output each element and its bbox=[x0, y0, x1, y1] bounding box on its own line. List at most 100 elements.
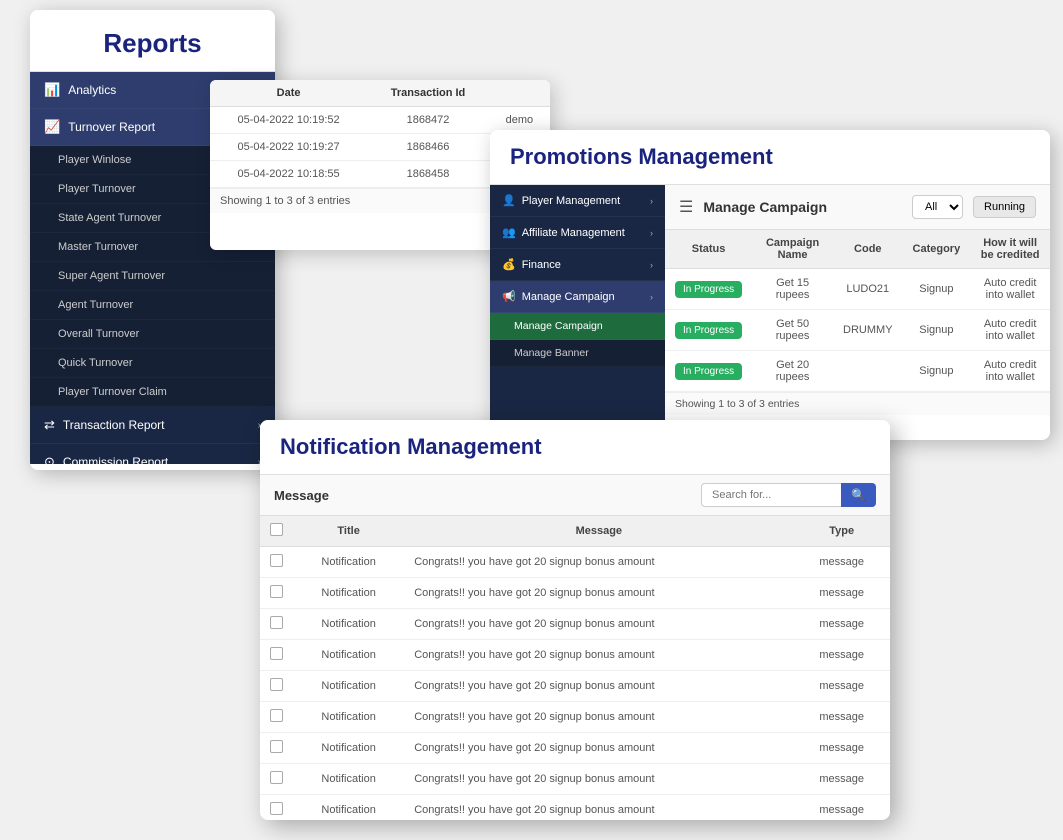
row-checkbox[interactable] bbox=[270, 585, 283, 598]
list-item: Notification Congrats!! you have got 20 … bbox=[260, 764, 890, 795]
promotions-content: ☰ Manage Campaign All Running Status Cam… bbox=[665, 185, 1050, 437]
ps-chevron-3: › bbox=[650, 260, 653, 270]
type-col-header: Type bbox=[793, 516, 890, 547]
code-cell: DRUMMY bbox=[833, 310, 903, 351]
commission-label: Commission Report bbox=[63, 455, 258, 464]
select-all-checkbox[interactable] bbox=[270, 523, 283, 536]
promotions-content-header: ☰ Manage Campaign All Running bbox=[665, 185, 1050, 230]
promotions-body: 👤 Player Management › 👥 Affiliate Manage… bbox=[490, 185, 1050, 437]
row-checkbox[interactable] bbox=[270, 709, 283, 722]
message-cell: Congrats!! you have got 20 signup bonus … bbox=[404, 795, 793, 821]
sidebar-commission-report[interactable]: ⊙ Commission Report › bbox=[30, 444, 275, 464]
ps-affiliate-mgmt[interactable]: 👥 Affiliate Management › bbox=[490, 217, 665, 249]
checkbox-cell[interactable] bbox=[260, 578, 293, 609]
title-cell: Notification bbox=[293, 795, 404, 821]
sidebar-overall-turnover[interactable]: Overall Turnover bbox=[30, 320, 275, 349]
reports-header: Reports bbox=[30, 10, 275, 72]
search-button[interactable]: 🔍 bbox=[841, 483, 876, 507]
notification-title: Notification Management bbox=[280, 434, 870, 460]
sidebar-super-agent[interactable]: Super Agent Turnover bbox=[30, 262, 275, 291]
row-checkbox[interactable] bbox=[270, 740, 283, 753]
checkbox-cell[interactable] bbox=[260, 640, 293, 671]
running-filter-btn[interactable]: Running bbox=[973, 196, 1036, 218]
manage-banner-sub[interactable]: Manage Banner bbox=[490, 340, 665, 367]
finance-label: Finance bbox=[522, 259, 650, 271]
checkbox-cell[interactable] bbox=[260, 795, 293, 821]
credit-col: How it will be credited bbox=[970, 230, 1050, 269]
title-cell: Notification bbox=[293, 702, 404, 733]
row-checkbox[interactable] bbox=[270, 647, 283, 660]
sidebar-agent-turnover[interactable]: Agent Turnover bbox=[30, 291, 275, 320]
type-cell: message bbox=[793, 671, 890, 702]
manage-campaign-sub[interactable]: Manage Campaign bbox=[490, 313, 665, 340]
checkbox-cell[interactable] bbox=[260, 702, 293, 733]
checkbox-cell[interactable] bbox=[260, 764, 293, 795]
row-checkbox[interactable] bbox=[270, 802, 283, 815]
sidebar-transaction-report[interactable]: ⇄ Transaction Report › bbox=[30, 407, 275, 444]
affiliate-mgmt-label: Affiliate Management bbox=[522, 227, 650, 239]
message-cell: Congrats!! you have got 20 signup bonus … bbox=[404, 640, 793, 671]
finance-icon: 💰 bbox=[502, 258, 516, 271]
code-cell bbox=[833, 351, 903, 392]
transaction-label: Transaction Report bbox=[63, 418, 258, 432]
message-label: Message bbox=[274, 488, 329, 503]
search-input[interactable] bbox=[701, 483, 841, 507]
category-cell: Signup bbox=[903, 269, 971, 310]
title-cell: Notification bbox=[293, 733, 404, 764]
table-row: In Progress Get 50 rupees DRUMMY Signup … bbox=[665, 310, 1050, 351]
title-cell: Notification bbox=[293, 671, 404, 702]
type-cell: message bbox=[793, 702, 890, 733]
title-cell: Notification bbox=[293, 547, 404, 578]
name-cell: Get 15 rupees bbox=[752, 269, 833, 310]
transaction-icon: ⇄ bbox=[44, 417, 55, 433]
status-cell: In Progress bbox=[665, 310, 752, 351]
message-cell: Congrats!! you have got 20 signup bonus … bbox=[404, 702, 793, 733]
name-cell: Get 50 rupees bbox=[752, 310, 833, 351]
notification-table: Title Message Type Notification Congrats… bbox=[260, 516, 890, 820]
list-item: Notification Congrats!! you have got 20 … bbox=[260, 578, 890, 609]
ps-finance[interactable]: 💰 Finance › bbox=[490, 249, 665, 281]
message-cell: Congrats!! you have got 20 signup bonus … bbox=[404, 733, 793, 764]
row-checkbox[interactable] bbox=[270, 554, 283, 567]
promotions-footer: Showing 1 to 3 of 3 entries bbox=[665, 392, 1050, 415]
turnover-icon: 📈 bbox=[44, 119, 60, 135]
title-cell: Notification bbox=[293, 578, 404, 609]
sidebar-quick-turnover[interactable]: Quick Turnover bbox=[30, 349, 275, 378]
list-item: Notification Congrats!! you have got 20 … bbox=[260, 702, 890, 733]
promotions-title: Promotions Management bbox=[510, 144, 1030, 170]
code-col: Code bbox=[833, 230, 903, 269]
type-cell: message bbox=[793, 764, 890, 795]
message-cell: Congrats!! you have got 20 signup bonus … bbox=[404, 671, 793, 702]
code-cell: LUDO21 bbox=[833, 269, 903, 310]
tid-col-header: Transaction Id bbox=[367, 80, 489, 107]
hamburger-icon[interactable]: ☰ bbox=[679, 197, 693, 217]
checkbox-cell[interactable] bbox=[260, 733, 293, 764]
checkbox-cell[interactable] bbox=[260, 547, 293, 578]
campaign-label: Manage Campaign bbox=[522, 291, 650, 303]
affiliate-mgmt-icon: 👥 bbox=[502, 226, 516, 239]
row-checkbox[interactable] bbox=[270, 771, 283, 784]
tid-cell: 1868472 bbox=[367, 107, 489, 134]
message-cell: Congrats!! you have got 20 signup bonus … bbox=[404, 764, 793, 795]
row-checkbox[interactable] bbox=[270, 616, 283, 629]
sidebar-player-claim[interactable]: Player Turnover Claim bbox=[30, 378, 275, 407]
type-cell: message bbox=[793, 733, 890, 764]
ps-manage-campaign[interactable]: 📢 Manage Campaign › bbox=[490, 281, 665, 313]
date-cell: 05-04-2022 10:19:52 bbox=[210, 107, 367, 134]
table-row: In Progress Get 20 rupees Signup Auto cr… bbox=[665, 351, 1050, 392]
checkbox-cell[interactable] bbox=[260, 671, 293, 702]
ps-chevron-4: › bbox=[650, 292, 653, 302]
list-item: Notification Congrats!! you have got 20 … bbox=[260, 671, 890, 702]
name-cell: Get 20 rupees bbox=[752, 351, 833, 392]
campaign-icon: 📢 bbox=[502, 290, 516, 303]
date-col-header: Date bbox=[210, 80, 367, 107]
campaign-table: Status Campaign Name Code Category How i… bbox=[665, 230, 1050, 392]
category-cell: Signup bbox=[903, 310, 971, 351]
player-mgmt-icon: 👤 bbox=[502, 194, 516, 207]
ps-player-mgmt[interactable]: 👤 Player Management › bbox=[490, 185, 665, 217]
checkbox-cell[interactable] bbox=[260, 609, 293, 640]
campaign-submenu: Manage Campaign Manage Banner bbox=[490, 313, 665, 367]
ps-chevron-2: › bbox=[650, 228, 653, 238]
row-checkbox[interactable] bbox=[270, 678, 283, 691]
filter-select[interactable]: All bbox=[912, 195, 963, 219]
